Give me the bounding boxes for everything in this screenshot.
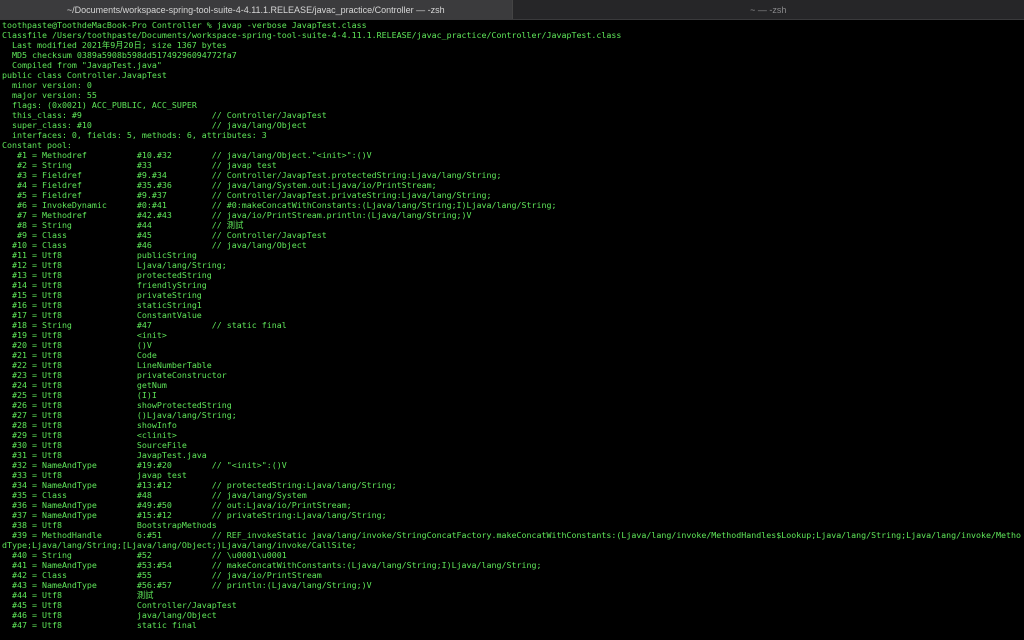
terminal-line: #44 = Utf8 測試 — [2, 590, 154, 600]
terminal-line: #1 = Methodref #10.#32 // java/lang/Obje… — [2, 150, 372, 160]
terminal-line: #47 = Utf8 static final — [2, 620, 197, 630]
terminal-line: #46 = Utf8 java/lang/Object — [2, 610, 217, 620]
terminal-line: #8 = String #44 // 測試 — [2, 220, 244, 230]
terminal-line: public class Controller.JavapTest — [2, 70, 167, 80]
terminal-line: Compiled from "JavapTest.java" — [2, 60, 162, 70]
terminal-line: #40 = String #52 // \u0001\u0001 — [2, 550, 287, 560]
terminal-line: #7 = Methodref #42.#43 // java/io/PrintS… — [2, 210, 472, 220]
terminal-line: #2 = String #33 // javap test — [2, 160, 277, 170]
terminal-line: #4 = Fieldref #35.#36 // java/lang/Syste… — [2, 180, 437, 190]
terminal-line: #17 = Utf8 ConstantValue — [2, 310, 202, 320]
tab-home-zsh[interactable]: ~ — -zsh — [511, 0, 1024, 19]
terminal-line: #19 = Utf8 <init> — [2, 330, 167, 340]
terminal-line: #26 = Utf8 showProtectedString — [2, 400, 232, 410]
tab-title: ~ — -zsh — [750, 4, 787, 15]
tab-bar: ~/Documents/workspace-spring-tool-suite-… — [0, 0, 1024, 20]
terminal-window: ~/Documents/workspace-spring-tool-suite-… — [0, 0, 1024, 640]
terminal-line: #35 = Class #48 // java/lang/System — [2, 490, 307, 500]
terminal-line: #14 = Utf8 friendlyString — [2, 280, 207, 290]
terminal-line: major version: 55 — [2, 90, 97, 100]
terminal-line: #33 = Utf8 javap test — [2, 470, 187, 480]
terminal-line: #23 = Utf8 privateConstructor — [2, 370, 227, 380]
terminal-line: #24 = Utf8 getNum — [2, 380, 167, 390]
terminal-line: #32 = NameAndType #19:#20 // "<init>":()… — [2, 460, 287, 470]
terminal-line: #3 = Fieldref #9.#34 // Controller/Javap… — [2, 170, 502, 180]
terminal-line: #34 = NameAndType #13:#12 // protectedSt… — [2, 480, 397, 490]
terminal-line: minor version: 0 — [2, 80, 92, 90]
terminal-line: #42 = Class #55 // java/io/PrintStream — [2, 570, 322, 580]
terminal-line: this_class: #9 // Controller/JavapTest — [2, 110, 327, 120]
terminal-line: #31 = Utf8 JavapTest.java — [2, 450, 207, 460]
terminal-line: #25 = Utf8 (I)I — [2, 390, 157, 400]
terminal-line: #12 = Utf8 Ljava/lang/String; — [2, 260, 227, 270]
terminal-line: #39 = MethodHandle 6:#51 // REF_invokeSt… — [2, 530, 1022, 540]
terminal-line: #30 = Utf8 SourceFile — [2, 440, 187, 450]
terminal-line: MD5 checksum 0389a5908b598dd517492960947… — [2, 50, 237, 60]
terminal-line: #21 = Utf8 Code — [2, 350, 157, 360]
terminal-line: #45 = Utf8 Controller/JavapTest — [2, 600, 237, 610]
terminal-line: flags: (0x0021) ACC_PUBLIC, ACC_SUPER — [2, 100, 197, 110]
terminal-line: #5 = Fieldref #9.#37 // Controller/Javap… — [2, 190, 492, 200]
tab-controller-zsh[interactable]: ~/Documents/workspace-spring-tool-suite-… — [0, 0, 512, 19]
terminal-line: #27 = Utf8 ()Ljava/lang/String; — [2, 410, 237, 420]
terminal-line: #16 = Utf8 staticString1 — [2, 300, 202, 310]
terminal-line: #41 = NameAndType #53:#54 // makeConcatW… — [2, 560, 542, 570]
terminal-line: #6 = InvokeDynamic #0:#41 // #0:makeConc… — [2, 200, 557, 210]
tab-title: ~/Documents/workspace-spring-tool-suite-… — [66, 4, 445, 15]
terminal-line: #29 = Utf8 <clinit> — [2, 430, 177, 440]
terminal-line: #9 = Class #45 // Controller/JavapTest — [2, 230, 327, 240]
terminal-line: #43 = NameAndType #56:#57 // println:(Lj… — [2, 580, 372, 590]
terminal-line: #37 = NameAndType #15:#12 // privateStri… — [2, 510, 387, 520]
terminal-output[interactable]: toothpaste@ToothdeMacBook-Pro Controller… — [2, 20, 1022, 638]
terminal-line: #36 = NameAndType #49:#50 // out:Ljava/i… — [2, 500, 352, 510]
terminal-line: dType;Ljava/lang/String;[Ljava/lang/Obje… — [2, 540, 357, 550]
terminal-line: #11 = Utf8 publicString — [2, 250, 197, 260]
terminal-line: #20 = Utf8 ()V — [2, 340, 152, 350]
terminal-line: #28 = Utf8 showInfo — [2, 420, 177, 430]
terminal-line: interfaces: 0, fields: 5, methods: 6, at… — [2, 130, 267, 140]
terminal-line: #18 = String #47 // static final — [2, 320, 287, 330]
terminal-line: toothpaste@ToothdeMacBook-Pro Controller… — [2, 20, 367, 30]
terminal-line: #38 = Utf8 BootstrapMethods — [2, 520, 217, 530]
terminal-line: Constant pool: — [2, 140, 72, 150]
terminal-line: #22 = Utf8 LineNumberTable — [2, 360, 212, 370]
terminal-line: super_class: #10 // java/lang/Object — [2, 120, 307, 130]
terminal-line: #13 = Utf8 protectedString — [2, 270, 212, 280]
terminal-line: Classfile /Users/toothpaste/Documents/wo… — [2, 30, 622, 40]
terminal-line: #10 = Class #46 // java/lang/Object — [2, 240, 307, 250]
terminal-line: Last modified 2021年9月20日; size 1367 byte… — [2, 40, 227, 50]
terminal-line: #15 = Utf8 privateString — [2, 290, 202, 300]
